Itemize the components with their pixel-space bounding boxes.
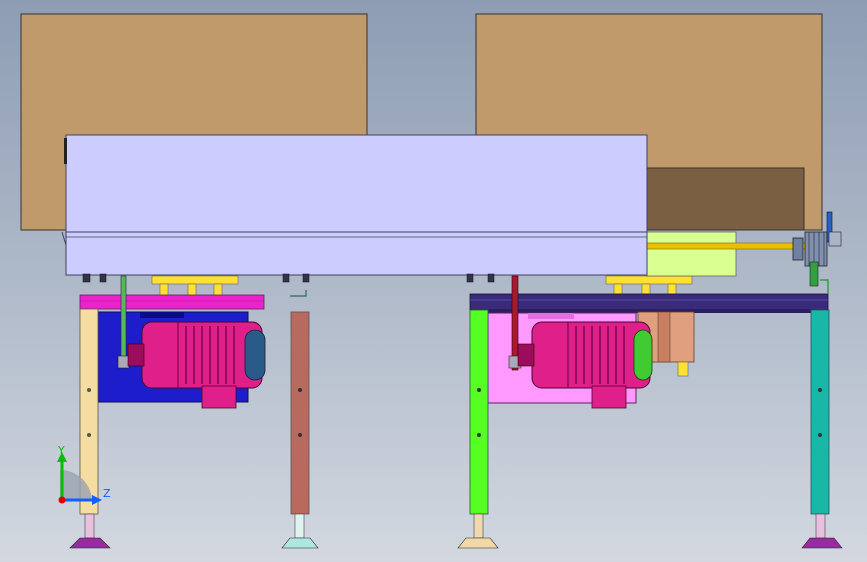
right-purple-beam bbox=[469, 293, 829, 311]
right-rear-foot bbox=[801, 537, 843, 549]
right-rear-leg bbox=[810, 309, 830, 515]
left-front-foot bbox=[69, 537, 111, 549]
left-rear-leg bbox=[290, 311, 310, 515]
right-front-leg bbox=[469, 309, 489, 515]
assembly-drawing: Y Z bbox=[20, 13, 843, 549]
left-magenta-crossbar bbox=[79, 294, 265, 310]
right-box-shadow bbox=[645, 167, 805, 231]
top-cover-panel bbox=[65, 134, 648, 276]
left-rear-foot bbox=[281, 537, 319, 549]
left-yellow-brackets bbox=[151, 275, 239, 297]
lime-bearing-block bbox=[645, 231, 737, 277]
drive-shaft bbox=[645, 242, 807, 250]
right-front-foot bbox=[457, 537, 499, 549]
right-yellow-brackets bbox=[605, 275, 693, 297]
cad-viewport[interactable]: Y Z bbox=[0, 0, 867, 562]
left-tension-rod bbox=[120, 275, 127, 369]
triad-y-label: Y bbox=[57, 444, 65, 457]
triad-z-label: Z bbox=[103, 487, 111, 500]
